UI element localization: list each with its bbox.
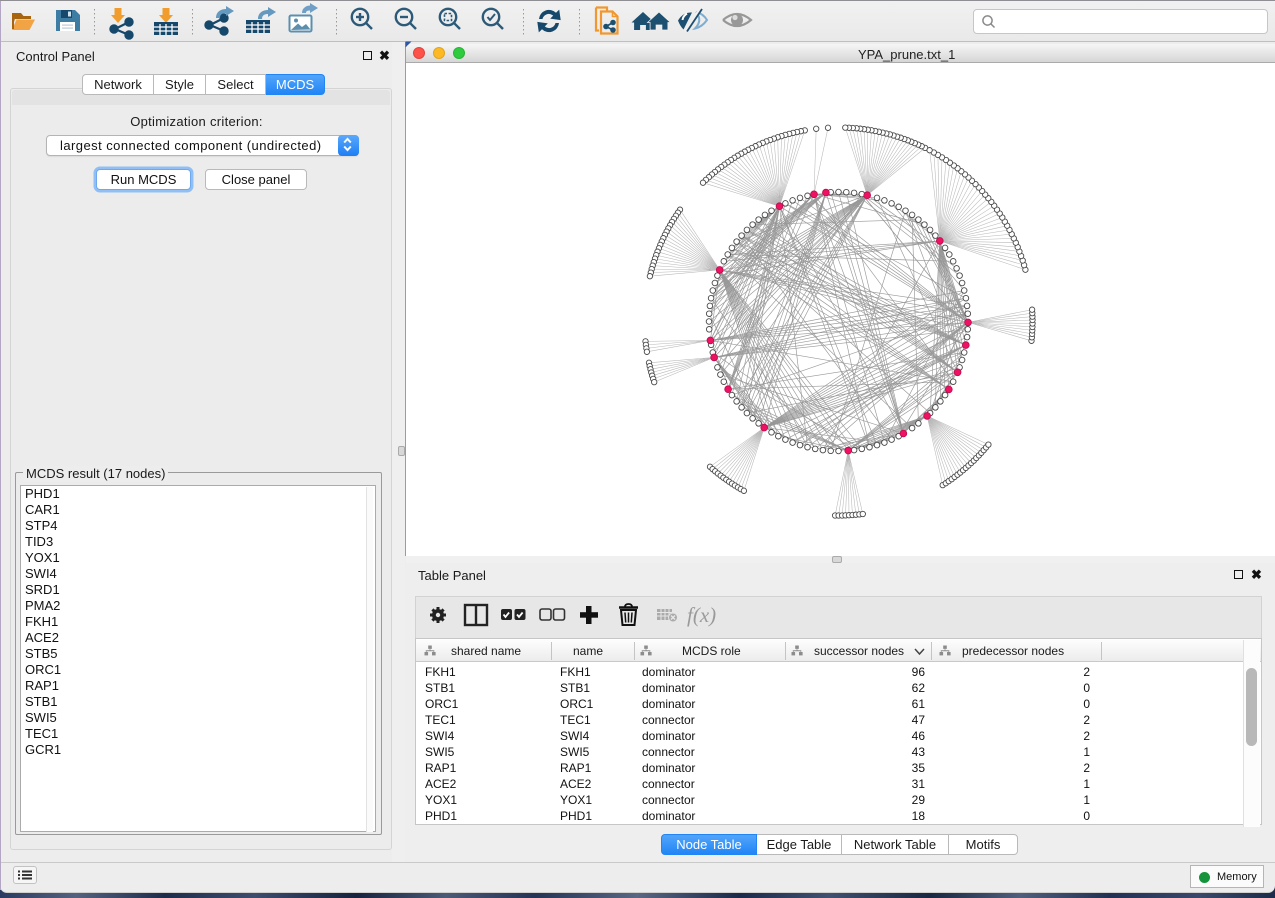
svg-text:f(x): f(x) [687,603,716,627]
